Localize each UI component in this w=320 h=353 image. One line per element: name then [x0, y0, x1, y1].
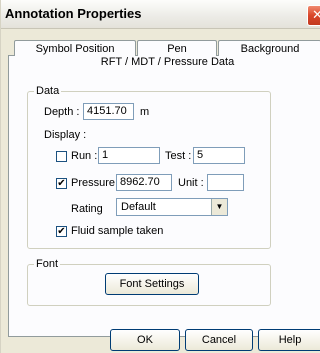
pressure-field[interactable]: 8962.70 — [116, 174, 172, 191]
page-heading-label: RFT / MDT / Pressure Data — [100, 56, 235, 68]
rating-label: Rating — [71, 203, 103, 215]
rating-selected: Default — [121, 201, 156, 213]
chevron-down-icon[interactable]: ▼ — [211, 199, 227, 215]
run-checkbox[interactable] — [56, 151, 67, 162]
tab-pen[interactable]: Pen — [137, 40, 217, 56]
run-label: Run : — [71, 150, 98, 162]
unit-label: Unit : — [178, 177, 204, 189]
tab-label: Pen — [167, 43, 187, 55]
dialog-window: Annotation Properties ✕ Symbol Position … — [0, 0, 320, 353]
help-button[interactable]: Help — [258, 329, 320, 351]
run-field[interactable]: 1 — [98, 147, 160, 164]
test-field[interactable]: 5 — [193, 147, 245, 164]
unit-field[interactable] — [207, 174, 244, 191]
test-label: Test : — [165, 150, 192, 162]
tab-label: Background — [240, 43, 300, 55]
depth-field[interactable]: 4151.70 — [83, 103, 134, 120]
rating-select[interactable]: Default ▼ — [116, 198, 228, 216]
tab-label: Symbol Position — [35, 43, 115, 55]
font-settings-button[interactable]: Font Settings — [105, 273, 199, 295]
font-group-legend: Font — [34, 258, 61, 270]
pressure-checkbox[interactable]: ✔ — [56, 178, 67, 189]
fluid-label: Fluid sample taken — [71, 225, 164, 237]
display-label: Display : — [44, 129, 87, 141]
close-icon[interactable]: ✕ — [307, 5, 320, 26]
ok-button[interactable]: OK — [110, 329, 180, 351]
title-bar[interactable]: Annotation Properties ✕ — [1, 0, 320, 29]
fluid-checkbox[interactable]: ✔ — [56, 226, 67, 237]
tab-symbol-position[interactable]: Symbol Position — [14, 40, 136, 56]
depth-label: Depth : — [44, 106, 80, 118]
data-group-legend: Data — [34, 85, 62, 97]
tab-background[interactable]: Background — [218, 40, 320, 56]
depth-unit: m — [140, 106, 150, 118]
pressure-label: Pressure : — [71, 177, 122, 189]
cancel-button[interactable]: Cancel — [185, 329, 253, 351]
window-title: Annotation Properties — [5, 6, 142, 21]
page-heading: RFT / MDT / Pressure Data — [14, 55, 320, 69]
